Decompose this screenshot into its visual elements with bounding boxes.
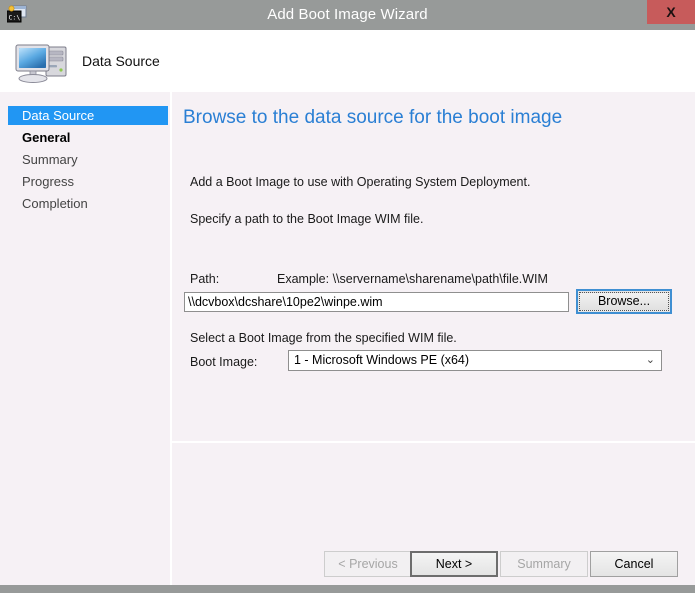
close-icon[interactable]: X (647, 0, 695, 24)
header-title: Data Source (82, 53, 160, 69)
boot-image-selected-value: 1 - Microsoft Windows PE (x64) (294, 353, 470, 367)
wizard-header: Data Source (0, 30, 695, 92)
footer-divider (172, 441, 695, 443)
computer-icon (13, 39, 75, 85)
path-label: Path: (190, 272, 220, 286)
summary-button[interactable]: Summary (500, 551, 588, 577)
chevron-down-icon: ⌄ (645, 354, 655, 366)
intro-text: Add a Boot Image to use with Operating S… (190, 175, 531, 189)
sidebar-item-summary[interactable]: Summary (8, 150, 168, 169)
page-title: Browse to the data source for the boot i… (183, 107, 563, 128)
browse-button-label: Browse... (579, 292, 669, 311)
select-boot-image-text: Select a Boot Image from the specified W… (190, 331, 457, 345)
path-input[interactable] (184, 292, 569, 312)
console-wim-icon: C:\ (6, 5, 27, 23)
path-example-text: Example: \\servername\sharename\path\fil… (277, 272, 548, 286)
svg-text:C:\: C:\ (9, 14, 21, 22)
previous-button[interactable]: < Previous (324, 551, 412, 577)
sidebar-item-general[interactable]: General (8, 128, 168, 147)
wizard-content-panel: Browse to the data source for the boot i… (172, 92, 695, 593)
sidebar-item-completion[interactable]: Completion (8, 194, 168, 213)
next-button[interactable]: Next > (410, 551, 498, 577)
boot-image-dropdown[interactable]: 1 - Microsoft Windows PE (x64) ⌄ (288, 350, 662, 371)
window-bottom-edge (0, 585, 695, 593)
browse-button[interactable]: Browse... (576, 289, 672, 314)
title-bar: C:\ Add Boot Image Wizard X (0, 0, 695, 30)
cancel-button[interactable]: Cancel (590, 551, 678, 577)
boot-image-label: Boot Image: (190, 355, 258, 369)
wizard-step-list: Data Source General Summary Progress Com… (0, 92, 170, 593)
specify-path-text: Specify a path to the Boot Image WIM fil… (190, 212, 424, 226)
sidebar-item-data-source[interactable]: Data Source (8, 106, 168, 125)
add-boot-image-wizard-window: C:\ Add Boot Image Wizard X Data Source … (0, 0, 695, 593)
sidebar-item-progress[interactable]: Progress (8, 172, 168, 191)
window-title: Add Boot Image Wizard (267, 6, 428, 23)
